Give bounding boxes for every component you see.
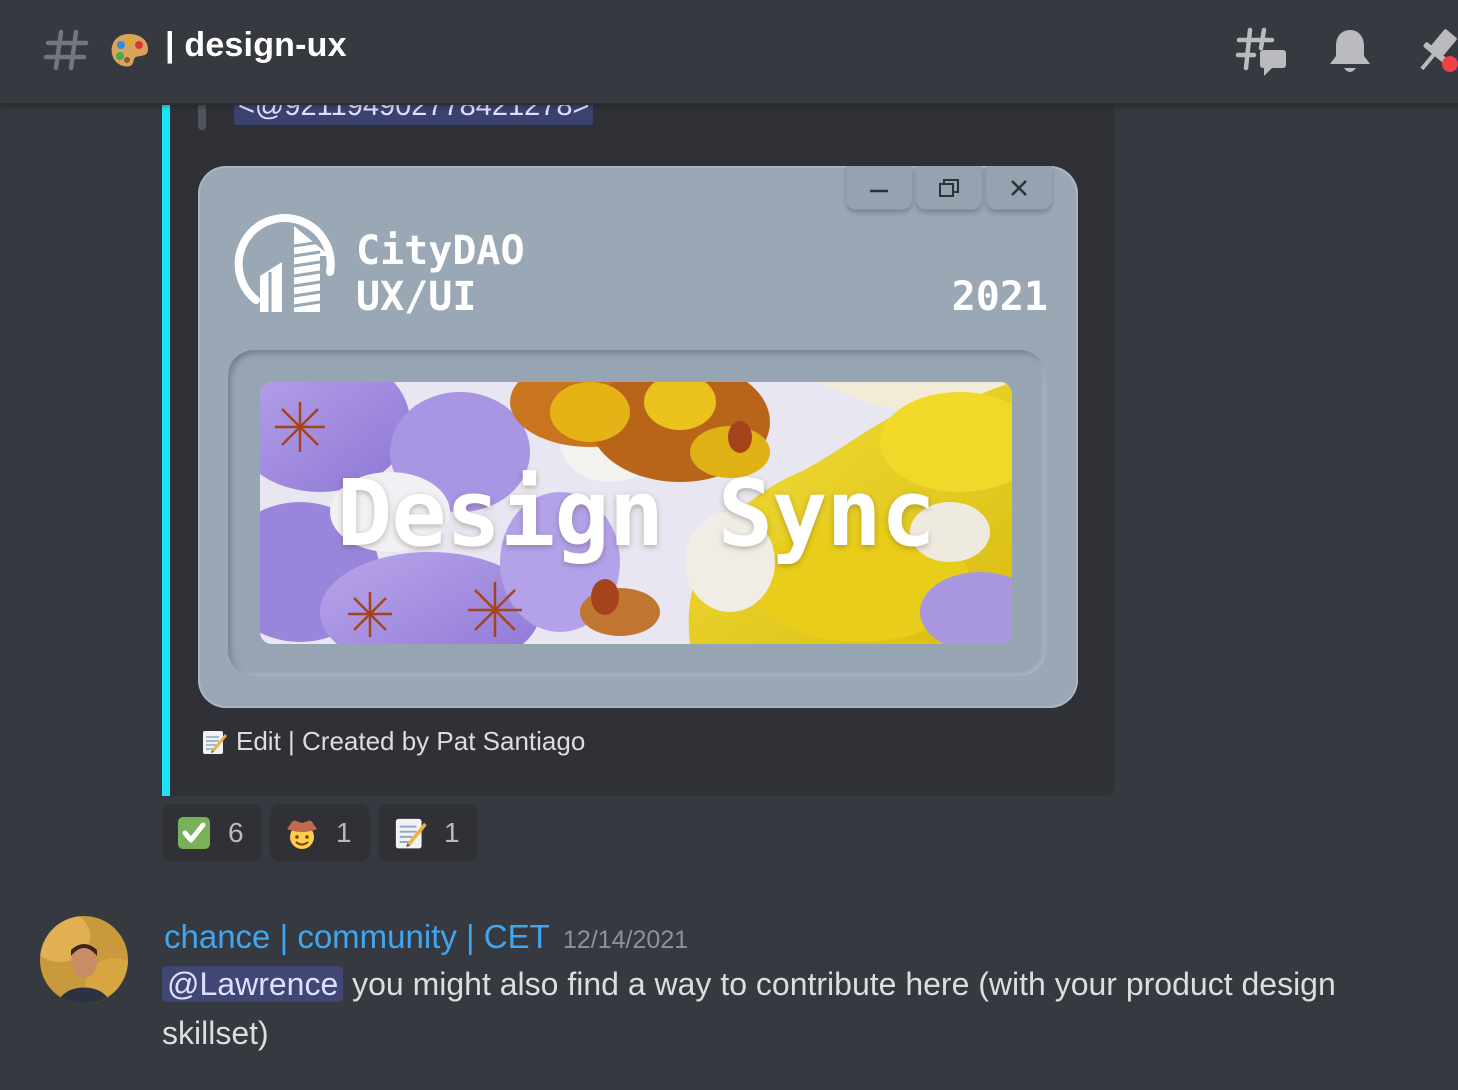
minimize-icon [846,166,912,210]
reaction-memo[interactable]: 1 [378,804,478,862]
close-icon [986,166,1052,210]
year-label: 2021 [951,274,1048,320]
embed-accent-bar [162,60,170,796]
message-content: @Lawrence you might also find a way to c… [162,960,1422,1058]
reaction-cowboy[interactable]: 1 [270,804,370,862]
reaction-count: 1 [336,817,352,848]
artist-palette-emoji [111,34,148,67]
banner-title: Design Sync [336,460,936,567]
brand-subtitle: UX/UI [356,274,477,320]
check-mark-button-emoji [178,817,210,849]
avatar[interactable] [40,916,128,1004]
notification-bell-icon[interactable] [1322,24,1378,80]
citydao-logo-icon [234,214,335,312]
threads-icon[interactable] [1234,24,1290,80]
message-embed: <@921194902778421278> CityDAO UX/UI 2021… [162,60,1114,796]
memo-emoji [203,731,227,754]
memo-emoji [395,818,427,849]
reaction-count: 6 [228,817,244,848]
channel-header: | design-ux [0,0,1458,105]
restore-icon [916,166,982,210]
user-mention[interactable]: @Lawrence [162,966,344,1002]
reaction-count: 1 [444,817,460,848]
window-controls [846,166,1052,210]
reaction-check-mark[interactable]: 6 [162,804,262,862]
text-channel-hash-icon [43,29,89,71]
pinned-messages-icon[interactable] [1408,24,1458,80]
banner-frame: Design Sync [228,350,1046,676]
channel-name: | design-ux [165,26,347,64]
embed-footer-text: Edit | Created by Pat Santiago [236,726,586,756]
embed-image[interactable]: CityDAO UX/UI 2021 Design Sync [198,166,1078,708]
brand-name: CityDAO [356,228,525,274]
design-sync-banner: Design Sync [260,382,1012,644]
cowboy-face-emoji [287,820,317,849]
message-timestamp: 12/14/2021 [563,926,689,954]
author-name[interactable]: chance | community | CET [164,918,550,956]
